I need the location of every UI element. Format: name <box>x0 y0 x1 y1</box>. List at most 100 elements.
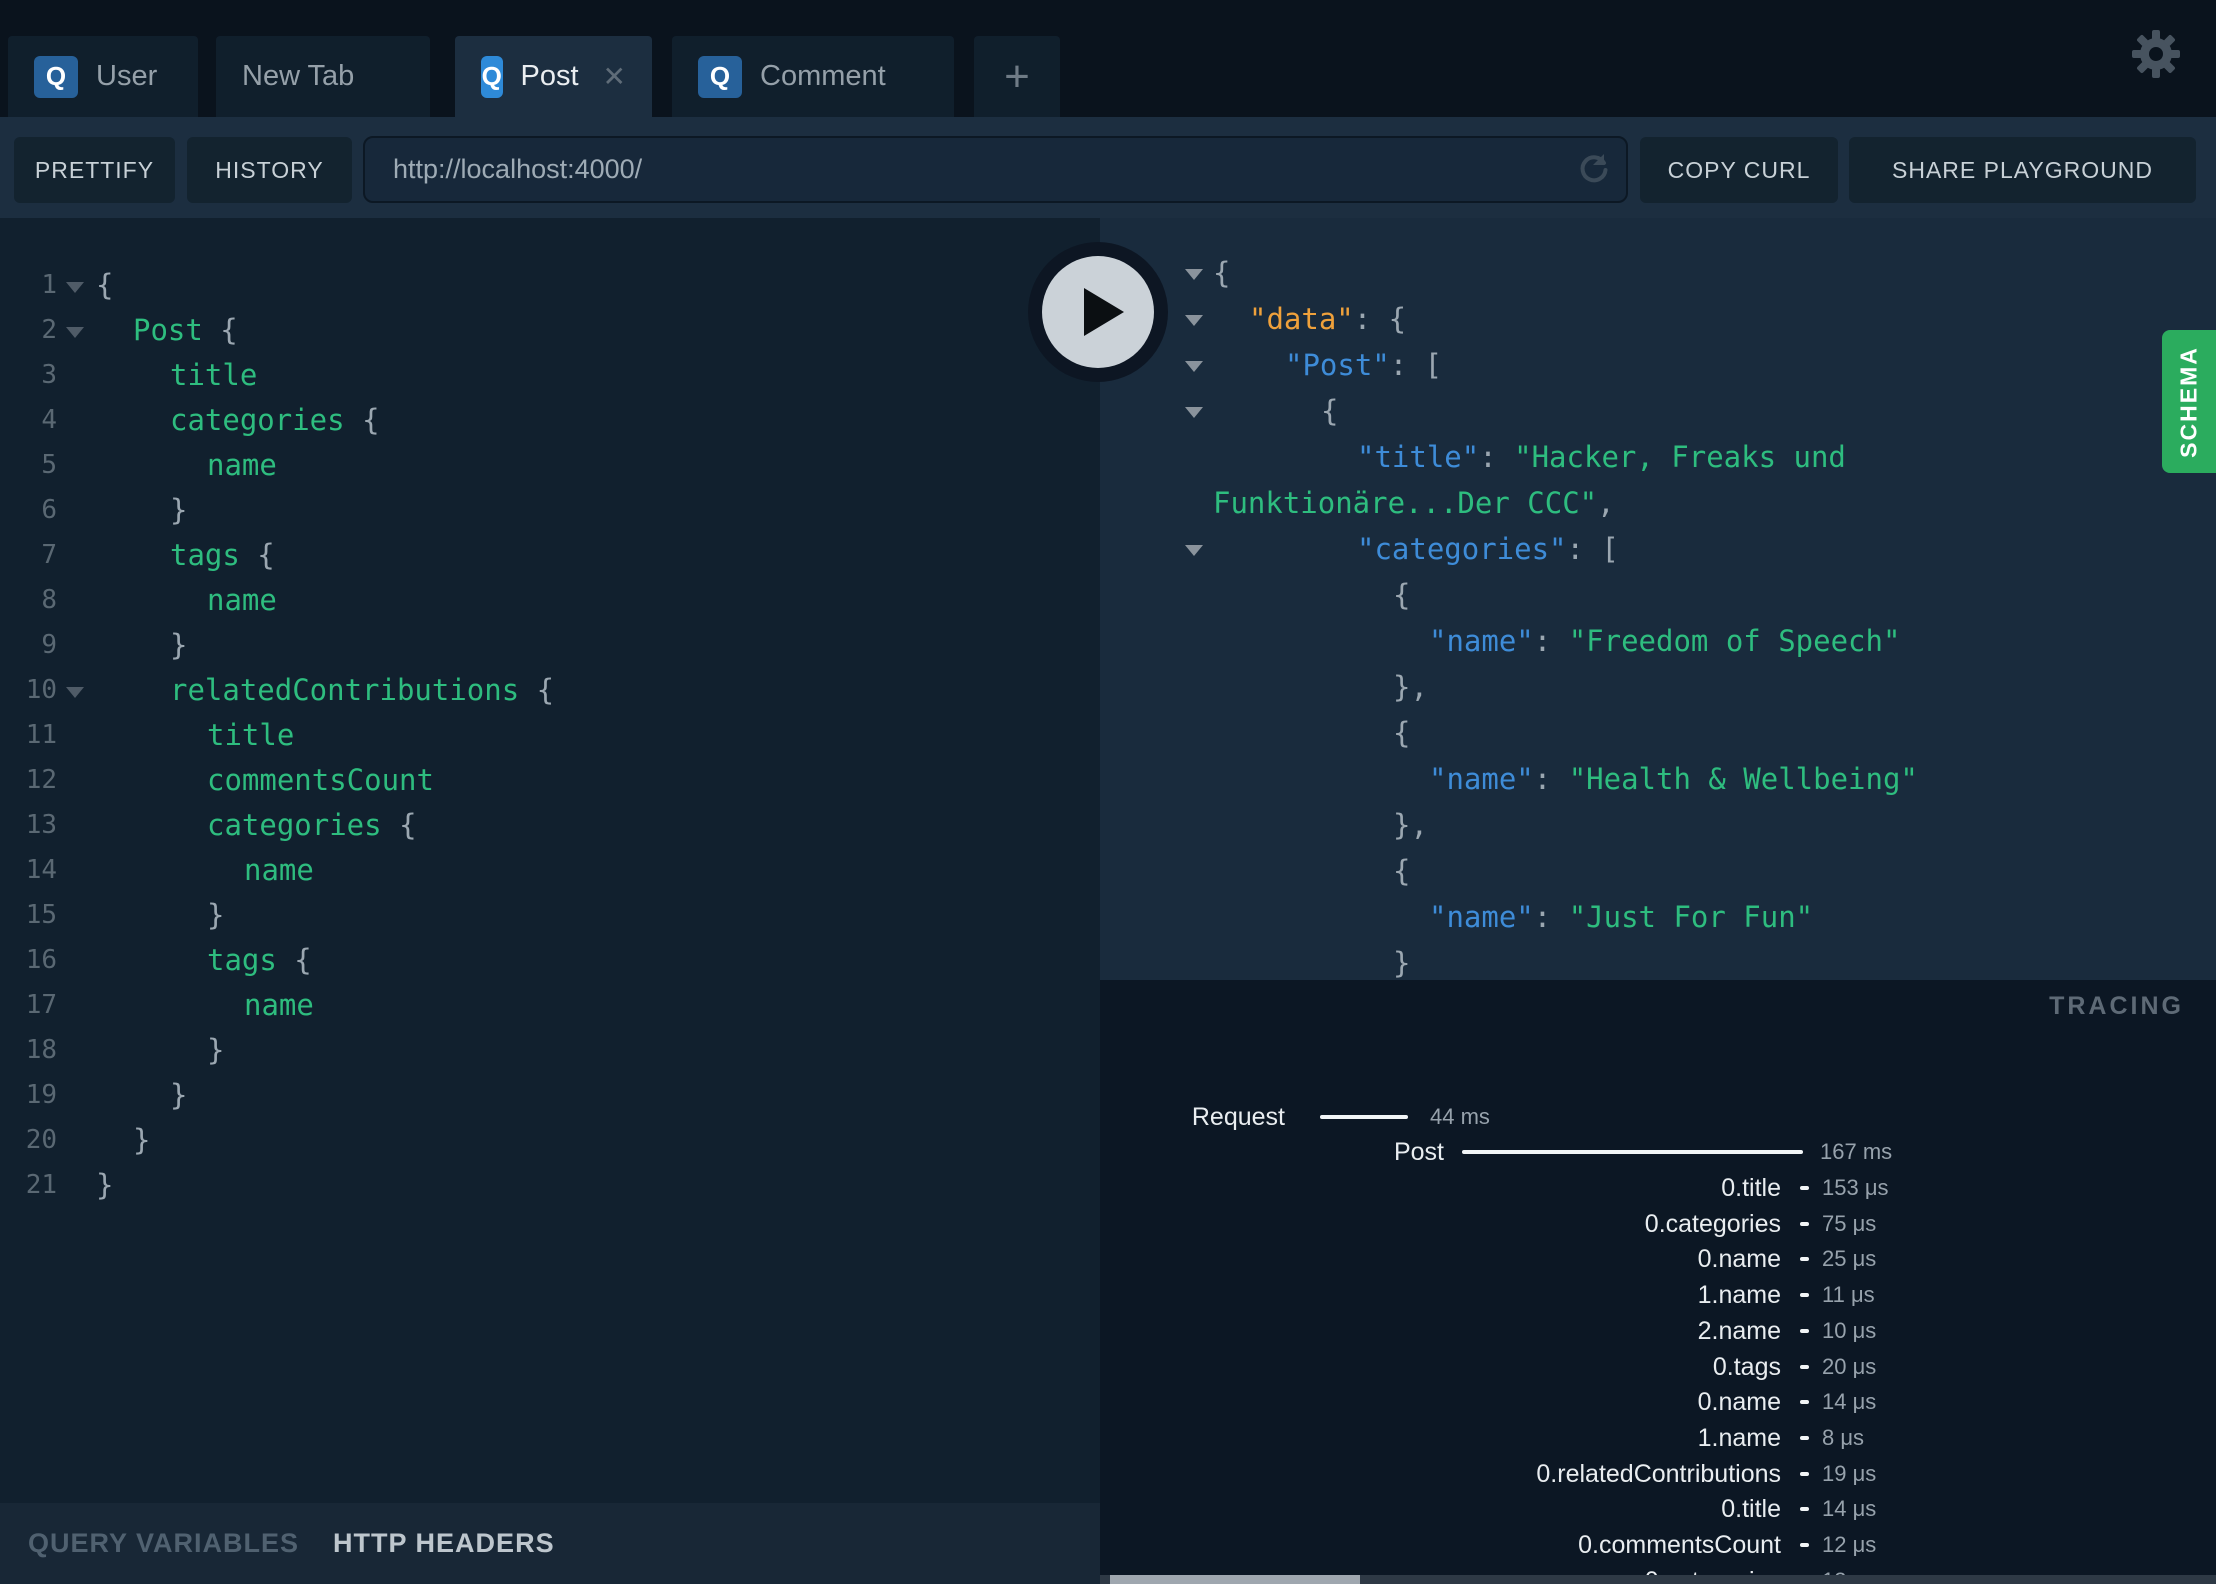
copy-curl-button[interactable]: COPY CURL <box>1640 137 1838 203</box>
tracing-hscrollbar-thumb[interactable] <box>1110 1575 1360 1584</box>
trace-span-value: 167 ms <box>1820 1139 1893 1164</box>
trace-field-value: 19 μs <box>1822 1460 1877 1486</box>
code-token: } <box>133 1123 151 1157</box>
trace-field-value: 8 μs <box>1822 1424 1865 1450</box>
line-number: 13 <box>25 810 57 840</box>
new-tab-button[interactable]: + <box>974 36 1060 117</box>
trace-field-row: 0.relatedContributions 19 μs <box>1100 1456 2216 1492</box>
history-button[interactable]: HISTORY <box>187 137 352 203</box>
trace-field-value: 12 μs <box>1822 1532 1877 1557</box>
settings-gear-icon[interactable] <box>2128 26 2184 82</box>
fold-arrow-icon[interactable] <box>66 282 84 293</box>
response-code: { <box>1213 250 1230 296</box>
schema-side-tab[interactable]: SCHEMA <box>2162 330 2216 473</box>
code-token: name <box>244 988 314 1022</box>
trace-duration-bar <box>1462 1150 1803 1154</box>
editor-line: 14 name <box>0 848 1100 893</box>
prettify-button[interactable]: PRETTIFY <box>14 137 175 203</box>
collapse-arrow-icon[interactable] <box>1185 315 1203 326</box>
code-token: tags <box>170 538 240 572</box>
response-code: "title": "Hacker, Freaks und <box>1357 434 1846 480</box>
editor-line: 20} <box>0 1118 1100 1163</box>
code-token: "name" <box>1429 762 1534 796</box>
line-number: 1 <box>41 270 57 300</box>
editor-line: 13 categories { <box>0 803 1100 848</box>
code-token: Post <box>133 313 203 347</box>
editor-code: title <box>207 713 294 758</box>
query-variables-tab[interactable]: QUERY VARIABLES <box>28 1528 299 1559</box>
editor-line: 9} <box>0 623 1100 668</box>
query-editor-pane[interactable]: 1{2 Post {3 title 4 categories {5 name 6} 7 tags… <box>0 218 1100 1503</box>
tab-comment[interactable]: Q Comment <box>672 36 954 117</box>
editor-line: 16 tags { <box>0 938 1100 983</box>
tab-new-tab[interactable]: New Tab <box>216 36 430 117</box>
code-token: } <box>170 628 188 662</box>
http-headers-tab[interactable]: HTTP HEADERS <box>333 1528 555 1559</box>
response-pane[interactable]: {"data": {"Post": [{"title": "Hacker, Fr… <box>1100 218 2216 980</box>
trace-field-row: 0.name 14 μs <box>1100 1384 2216 1420</box>
endpoint-url-input[interactable] <box>363 136 1628 203</box>
response-line: Funktionäre...Der CCC", <box>1100 480 2216 526</box>
tab-post[interactable]: Q Post ✕ <box>455 36 652 117</box>
endpoint-url-wrap <box>363 136 1628 203</box>
tab-label: New Tab <box>242 60 355 92</box>
response-line: "title": "Hacker, Freaks und <box>1100 434 2216 480</box>
editor-code: tags { <box>207 938 312 983</box>
fold-arrow-icon[interactable] <box>66 687 84 698</box>
editor-line: 11 title <box>0 713 1100 758</box>
line-number: 2 <box>41 315 57 345</box>
trace-field-row: 2.name 10 μs <box>1100 1313 2216 1349</box>
code-token: { <box>519 673 555 707</box>
code-token: "Health & Wellbeing" <box>1568 762 1918 796</box>
execute-play-button[interactable] <box>1028 242 1168 382</box>
code-token: "Post" <box>1285 348 1390 382</box>
editor-code: Post { <box>133 308 238 353</box>
tracing-panel: TRACING Request 44 ms Post 167 ms 0.title 153… <box>1100 980 2216 1584</box>
trace-field-dash <box>1800 1400 1809 1405</box>
tracing-hscrollbar-track[interactable] <box>1100 1575 2216 1584</box>
response-line: }, <box>1100 664 2216 710</box>
response-code: "name": "Health & Wellbeing" <box>1429 756 1918 802</box>
editor-code: } <box>207 893 224 938</box>
collapse-arrow-icon[interactable] <box>1185 269 1203 280</box>
editor-line: 15} <box>0 893 1100 938</box>
response-line: "name": "Health & Wellbeing" <box>1100 756 2216 802</box>
close-tab-icon[interactable]: ✕ <box>603 60 626 93</box>
code-token: tags <box>207 943 277 977</box>
trace-field-label: 0.tags <box>1712 1352 1781 1381</box>
trace-field-dash <box>1800 1293 1809 1298</box>
code-token: } <box>170 493 188 527</box>
line-number: 16 <box>25 945 57 975</box>
editor-line: 4 categories { <box>0 398 1100 443</box>
response-line: } <box>1100 940 2216 980</box>
collapse-arrow-icon[interactable] <box>1185 545 1203 556</box>
code-token: : <box>1533 900 1569 934</box>
editor-line: 21} <box>0 1163 1100 1208</box>
share-playground-button[interactable]: SHARE PLAYGROUND <box>1849 137 2196 203</box>
query-type-badge: Q <box>34 55 78 98</box>
trace-field-value: 153 μs <box>1822 1175 1889 1200</box>
code-token: name <box>207 448 277 482</box>
trace-field-label: 1.name <box>1697 1281 1781 1310</box>
line-number: 18 <box>25 1035 57 1065</box>
editor-code: name <box>207 443 277 488</box>
editor-line: 12 commentsCount <box>0 758 1100 803</box>
line-number: 11 <box>25 720 57 750</box>
response-code: "Post": [ <box>1285 342 1442 388</box>
code-token: { <box>202 313 238 347</box>
reload-icon[interactable] <box>1574 150 1614 190</box>
editor-code: } <box>96 1163 113 1208</box>
trace-field-row: 1.name 8 μs <box>1100 1420 2216 1456</box>
trace-field-label: 0.categories <box>1644 1209 1781 1238</box>
code-token: , <box>1597 486 1615 520</box>
fold-arrow-icon[interactable] <box>66 327 84 338</box>
trace-field-value: 75 μs <box>1822 1210 1877 1236</box>
editor-code: commentsCount <box>207 758 434 803</box>
collapse-arrow-icon[interactable] <box>1185 361 1203 372</box>
code-token: } <box>1393 946 1411 980</box>
editor-code: } <box>170 623 187 668</box>
collapse-arrow-icon[interactable] <box>1185 407 1203 418</box>
code-token: : [ <box>1389 348 1443 382</box>
trace-field-dash <box>1800 1543 1809 1547</box>
tab-user[interactable]: Q User <box>8 36 198 117</box>
